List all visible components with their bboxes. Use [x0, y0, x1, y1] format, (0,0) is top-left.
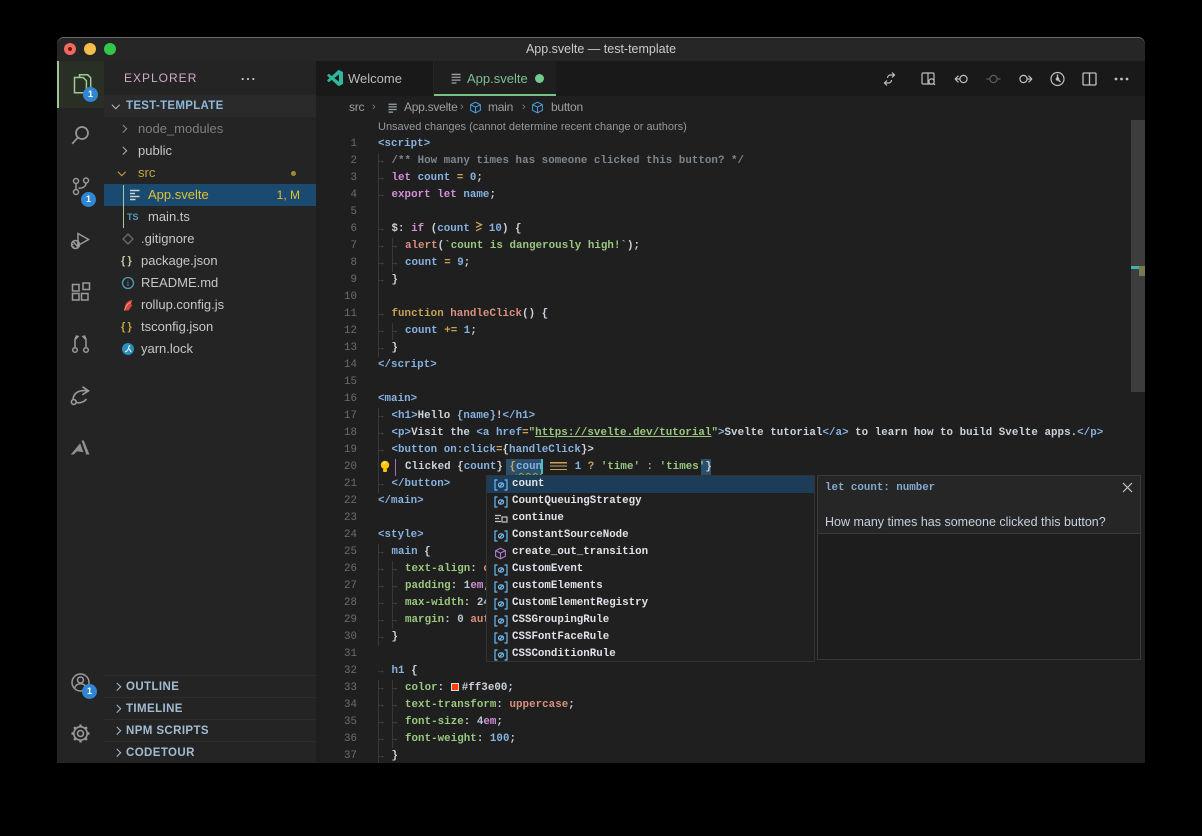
svg-text:i: i [127, 279, 130, 288]
